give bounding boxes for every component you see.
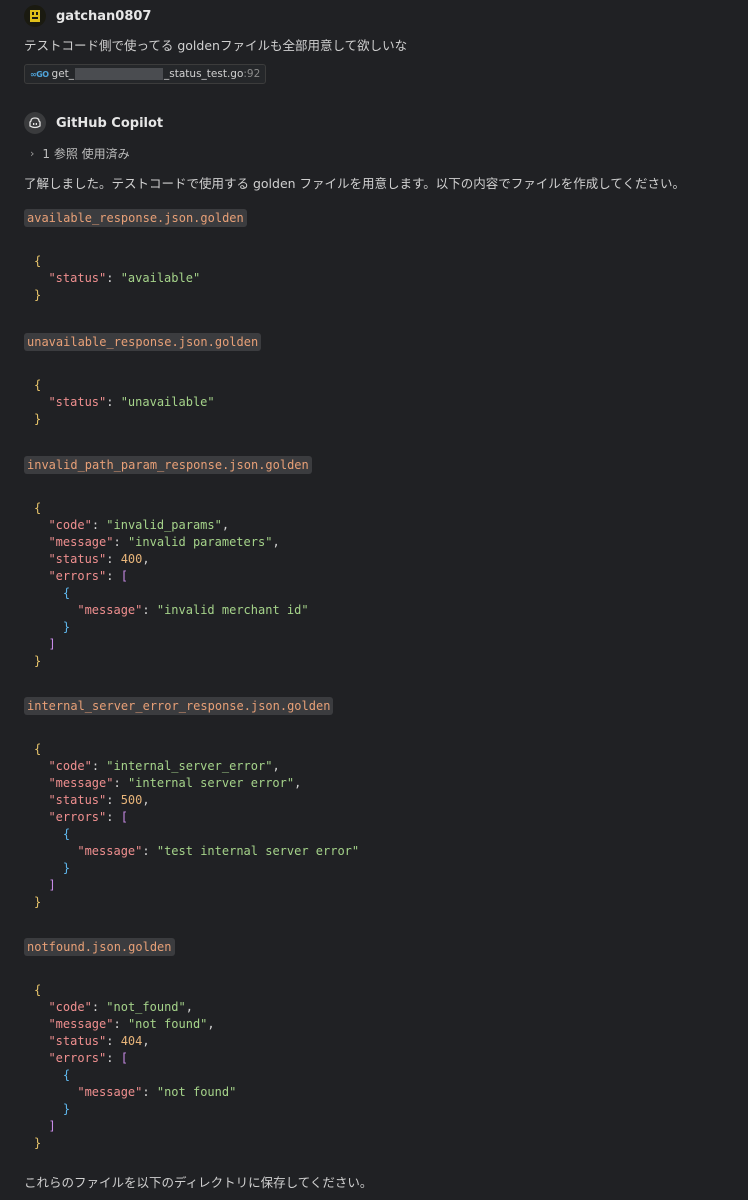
file-ref-line: :92 (243, 68, 261, 80)
user-message-text: テストコード側で使ってる goldenファイルも全部用意して欲しいな (24, 38, 408, 53)
file-ref-suffix: _status_test.go (164, 68, 244, 80)
copilot-icon (29, 117, 41, 129)
redacted-text (75, 68, 164, 80)
file-name-label: internal_server_error_response.json.gold… (24, 697, 334, 715)
go-file-icon: ∞GO (30, 69, 49, 79)
code-block: { "status": "available" } (34, 254, 201, 302)
code-block: { "status": "unavailable" } (34, 378, 215, 426)
chevron-right-icon: › (30, 147, 35, 160)
file-reference-chip[interactable]: ∞GO get_ _status_test.go :92 (24, 64, 267, 84)
assistant-message-header: GitHub Copilot (24, 112, 163, 134)
avatar[interactable] (24, 5, 46, 27)
references-toggle[interactable]: › 1 参照 使用済み (30, 145, 130, 162)
file-name-label: available_response.json.golden (24, 209, 247, 227)
code-block: { "code": "not_found", "message": "not f… (34, 983, 237, 1150)
code-block: { "code": "invalid_params", "message": "… (34, 501, 309, 668)
file-name-label: invalid_path_param_response.json.golden (24, 456, 312, 474)
assistant-intro-text: 了解しました。テストコードで使用する golden ファイルを用意します。以下の… (24, 176, 686, 191)
user-avatar-icon (30, 10, 40, 22)
code-block: { "code": "internal_server_error", "mess… (34, 742, 360, 909)
file-name-label: notfound.json.golden (24, 938, 175, 956)
assistant-outro-text: これらのファイルを以下のディレクトリに保存してください。 (24, 1175, 373, 1190)
username: gatchan0807 (56, 8, 152, 24)
file-ref-prefix: get_ (51, 68, 75, 80)
file-name-label: unavailable_response.json.golden (24, 333, 262, 351)
references-label: 1 参照 使用済み (42, 147, 130, 161)
user-message-header: gatchan0807 (24, 5, 151, 27)
assistant-name: GitHub Copilot (56, 115, 164, 131)
copilot-avatar (24, 112, 46, 134)
